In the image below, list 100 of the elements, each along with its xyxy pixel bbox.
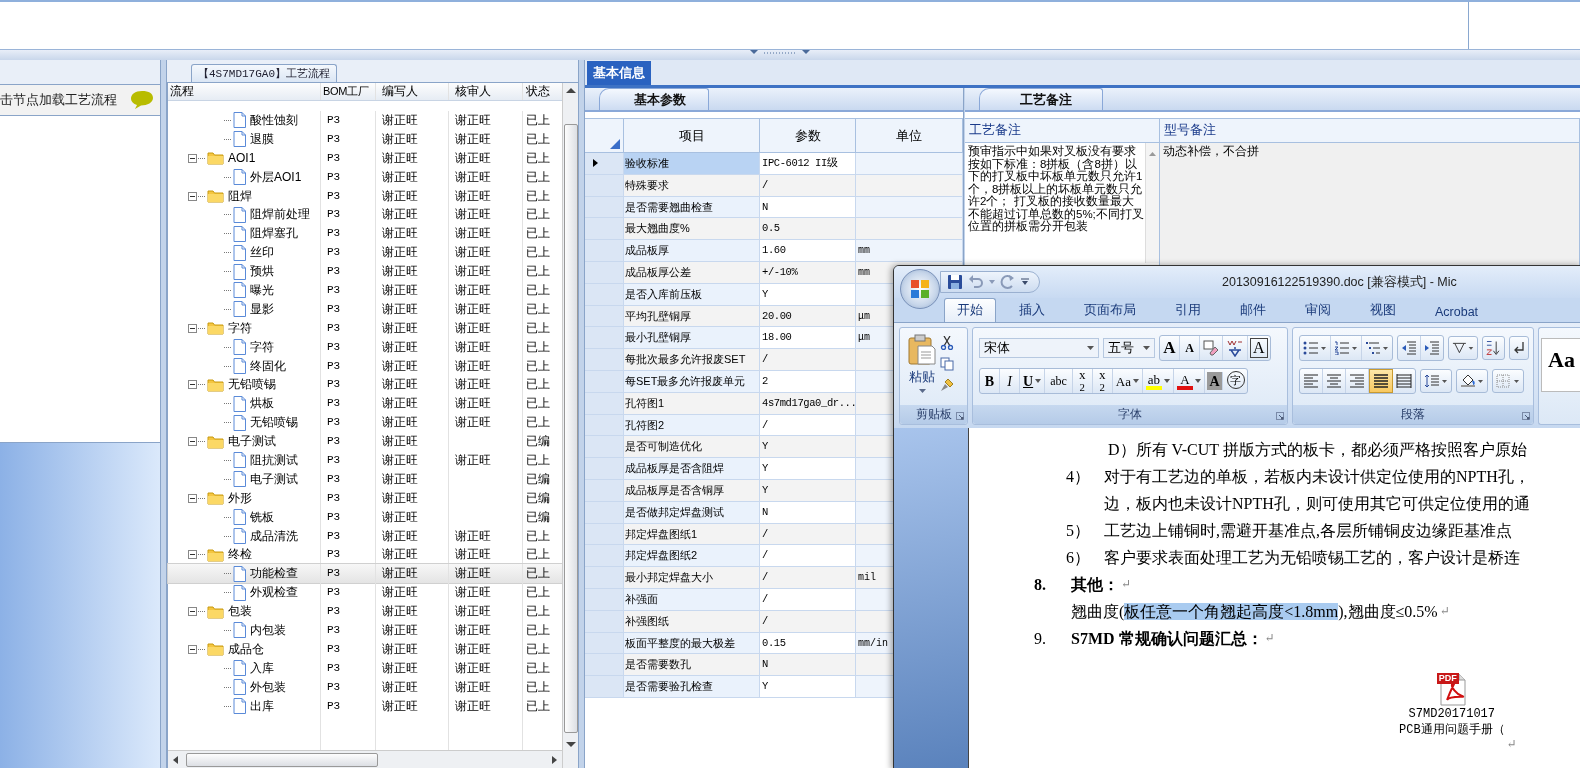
attachment-name[interactable]: PCB通用问题手册（ [1399, 722, 1505, 738]
character-border-button[interactable]: A [1250, 338, 1268, 358]
table-cell-text: 已上 [525, 414, 551, 432]
tree-row[interactable]: 外包装 P3 谢正旺 谢正旺 已上 [168, 677, 562, 697]
tree-row[interactable]: 阻焊前处理 P3 谢正旺 谢正旺 已上 [168, 205, 562, 225]
font-name-field[interactable]: 宋体 [979, 338, 1099, 358]
tree-row[interactable]: 字符 P3 谢正旺 谢正旺 已上 [168, 318, 562, 338]
tree-row[interactable]: 入库 P3 谢正旺 谢正旺 已上 [168, 658, 562, 678]
paste-button[interactable]: 粘贴 [908, 334, 936, 393]
ribbon-tab[interactable]: 页面布局 [1068, 299, 1152, 322]
table-cell: 是否需要数孔 [624, 654, 760, 676]
table-cell: 是否需要验孔检查 [624, 676, 760, 697]
column-header[interactable]: 流程 [168, 83, 321, 100]
grow-font-button[interactable]: A [1160, 336, 1180, 360]
tree-row[interactable]: 显影 P3 谢正旺 谢正旺 已上 [168, 299, 562, 319]
font-size-field[interactable]: 五号 [1103, 338, 1155, 358]
ribbon-tab[interactable]: 视图 [1354, 299, 1412, 322]
step-name: 铣板 [250, 508, 274, 526]
table-cell: 最小邦定焊盘大小 [624, 567, 760, 588]
table-cell: P3 [321, 696, 376, 716]
note-text: 预审指示中如果对叉板没有要求按如下标准：8拼板（含8拼）以下的打叉板中坏板单元数只允许1个，8拼板以上的坏板单元数只允许2个； 打叉板的接收数量最大不能超过订单总数的5%;不同打叉位置的拼板需分开包装 [967, 144, 1145, 233]
style-preview[interactable]: Aa [1541, 338, 1580, 392]
paragraph-mark: ↵ [1506, 737, 1517, 752]
tree-row[interactable]: 成品清洗 P3 谢正旺 谢正旺 已上 [168, 526, 562, 546]
highlight-button[interactable]: ab [1142, 369, 1174, 393]
tree-row[interactable]: 无铅喷锡 P3 谢正旺 谢正旺 已上 [168, 375, 562, 395]
tree-row[interactable]: 烘板 P3 谢正旺 谢正旺 已上 [168, 394, 562, 414]
table-cell: / [760, 610, 856, 632]
table-cell: 4s7md17ga0_dr... [760, 392, 856, 414]
tree-row[interactable]: 阻抗测试 P3 谢正旺 谢正旺 已上 [168, 451, 562, 470]
column-header[interactable]: 状态 [523, 83, 561, 100]
table-cell: 谢正旺 [449, 224, 523, 244]
tree-row[interactable]: 电子测试 P3 谢正旺 已编 [168, 469, 562, 489]
tree-row[interactable]: 成品仓 P3 谢正旺 谢正旺 已上 [168, 639, 562, 659]
table-cell: 谢正旺 [449, 602, 523, 622]
table-cell: / [760, 567, 856, 588]
tree-row[interactable]: 外观检查 P3 谢正旺 谢正旺 已上 [168, 583, 562, 603]
tab[interactable]: 基本信息 [587, 61, 651, 85]
column-header[interactable]: 编写人 [376, 83, 449, 100]
table-cell: 谢正旺 [376, 394, 449, 414]
strikethrough-button[interactable]: abc [1045, 369, 1073, 393]
column-header[interactable]: 型号备注 [1160, 119, 1580, 142]
table-cell: P3 [321, 375, 376, 395]
step-name: 阻焊 [228, 187, 252, 205]
table-cell-text: 已上 [525, 168, 551, 186]
column-header[interactable]: 项目 [624, 119, 760, 152]
tree-row[interactable]: 终固化 P3 谢正旺 谢正旺 已上 [168, 356, 562, 376]
tree-row[interactable]: 出库 P3 谢正旺 谢正旺 已上 [168, 696, 562, 716]
step-name: 外形 [228, 489, 252, 507]
tree-row[interactable]: 阻焊塞孔 P3 谢正旺 谢正旺 已上 [168, 224, 562, 244]
table-cell-text: 已上 [525, 565, 551, 583]
heading-number: 8. [1034, 575, 1047, 595]
column-header[interactable]: 核审人 [449, 83, 523, 100]
table-cell-text: 已上 [525, 206, 551, 224]
tree-row[interactable]: AOI1 P3 谢正旺 谢正旺 已上 [168, 148, 562, 168]
tree-row[interactable]: 字符 P3 谢正旺 谢正旺 已上 [168, 337, 562, 357]
character-shading-button[interactable]: A [1206, 372, 1223, 390]
italic-button[interactable]: I [1000, 369, 1020, 393]
tab[interactable]: 工艺备注 [979, 88, 1103, 110]
ribbon-tab[interactable]: 插入 [1003, 299, 1061, 322]
table-cell-text: 已上 [525, 149, 551, 167]
tree-row[interactable]: 外形 P3 谢正旺 已编 [168, 488, 562, 508]
step-name: 入库 [250, 659, 274, 677]
tree-row[interactable]: 铣板 P3 谢正旺 已编 [168, 507, 562, 527]
table-cell-text: 已上 [525, 282, 551, 299]
ribbon-tab[interactable]: 审阅 [1289, 299, 1347, 322]
tree-row[interactable]: 电子测试 P3 谢正旺 已编 [168, 432, 562, 452]
tree-row[interactable]: 酸性蚀刻 P3 谢正旺 谢正旺 已上 [168, 111, 562, 130]
ribbon-tab[interactable]: 开始 [944, 298, 996, 322]
tree-row[interactable]: 预烘 P3 谢正旺 谢正旺 已上 [168, 262, 562, 281]
tree-row[interactable]: 丝印 P3 谢正旺 谢正旺 已上 [168, 243, 562, 263]
ribbon-tab[interactable]: 邮件 [1224, 299, 1282, 322]
table-cell: / [760, 174, 856, 196]
tree-row[interactable]: 包装 P3 谢正旺 谢正旺 已上 [168, 602, 562, 622]
font-color-button[interactable]: A [1173, 369, 1205, 393]
column-header[interactable]: 工艺备注 [965, 119, 1160, 142]
ribbon-tab[interactable]: Acrobat [1419, 302, 1495, 322]
underline-button[interactable]: U [1020, 369, 1046, 393]
tree-row[interactable]: 功能检查 P3 谢正旺 谢正旺 已上 [168, 564, 562, 584]
table-cell: P3 [321, 564, 376, 584]
tree-row[interactable]: 阻焊 P3 谢正旺 谢正旺 已上 [168, 186, 562, 206]
step-name: 终检 [228, 546, 252, 564]
tree-row[interactable]: 外层AOI1 P3 谢正旺 谢正旺 已上 [168, 167, 562, 187]
table-cell: 谢正旺 [449, 413, 523, 433]
bold-button[interactable]: B [980, 369, 1000, 393]
tree-row[interactable]: 退膜 P3 谢正旺 谢正旺 已上 [168, 129, 562, 149]
table-cell: 谢正旺 [376, 677, 449, 697]
table-cell-text: 已编 [525, 508, 551, 526]
tree-row[interactable]: 曝光 P3 谢正旺 谢正旺 已上 [168, 281, 562, 300]
change-case-button[interactable]: Aa [1112, 369, 1143, 393]
column-header[interactable]: BOM工厂 [321, 83, 376, 100]
tree-row[interactable]: 内包装 P3 谢正旺 谢正旺 已上 [168, 621, 562, 640]
table-cell: / [760, 414, 856, 436]
ribbon-tab[interactable]: 引用 [1159, 299, 1217, 322]
shrink-font-button[interactable]: A [1180, 336, 1200, 360]
table-cell: 谢正旺 [376, 621, 449, 640]
tab[interactable]: 基本参数 [599, 88, 709, 110]
attachment-name[interactable]: S7MD20171017 [1408, 706, 1495, 722]
column-header[interactable]: 参数 [760, 119, 856, 152]
tree-row[interactable]: 无铅喷锡 P3 谢正旺 谢正旺 已上 [168, 413, 562, 433]
